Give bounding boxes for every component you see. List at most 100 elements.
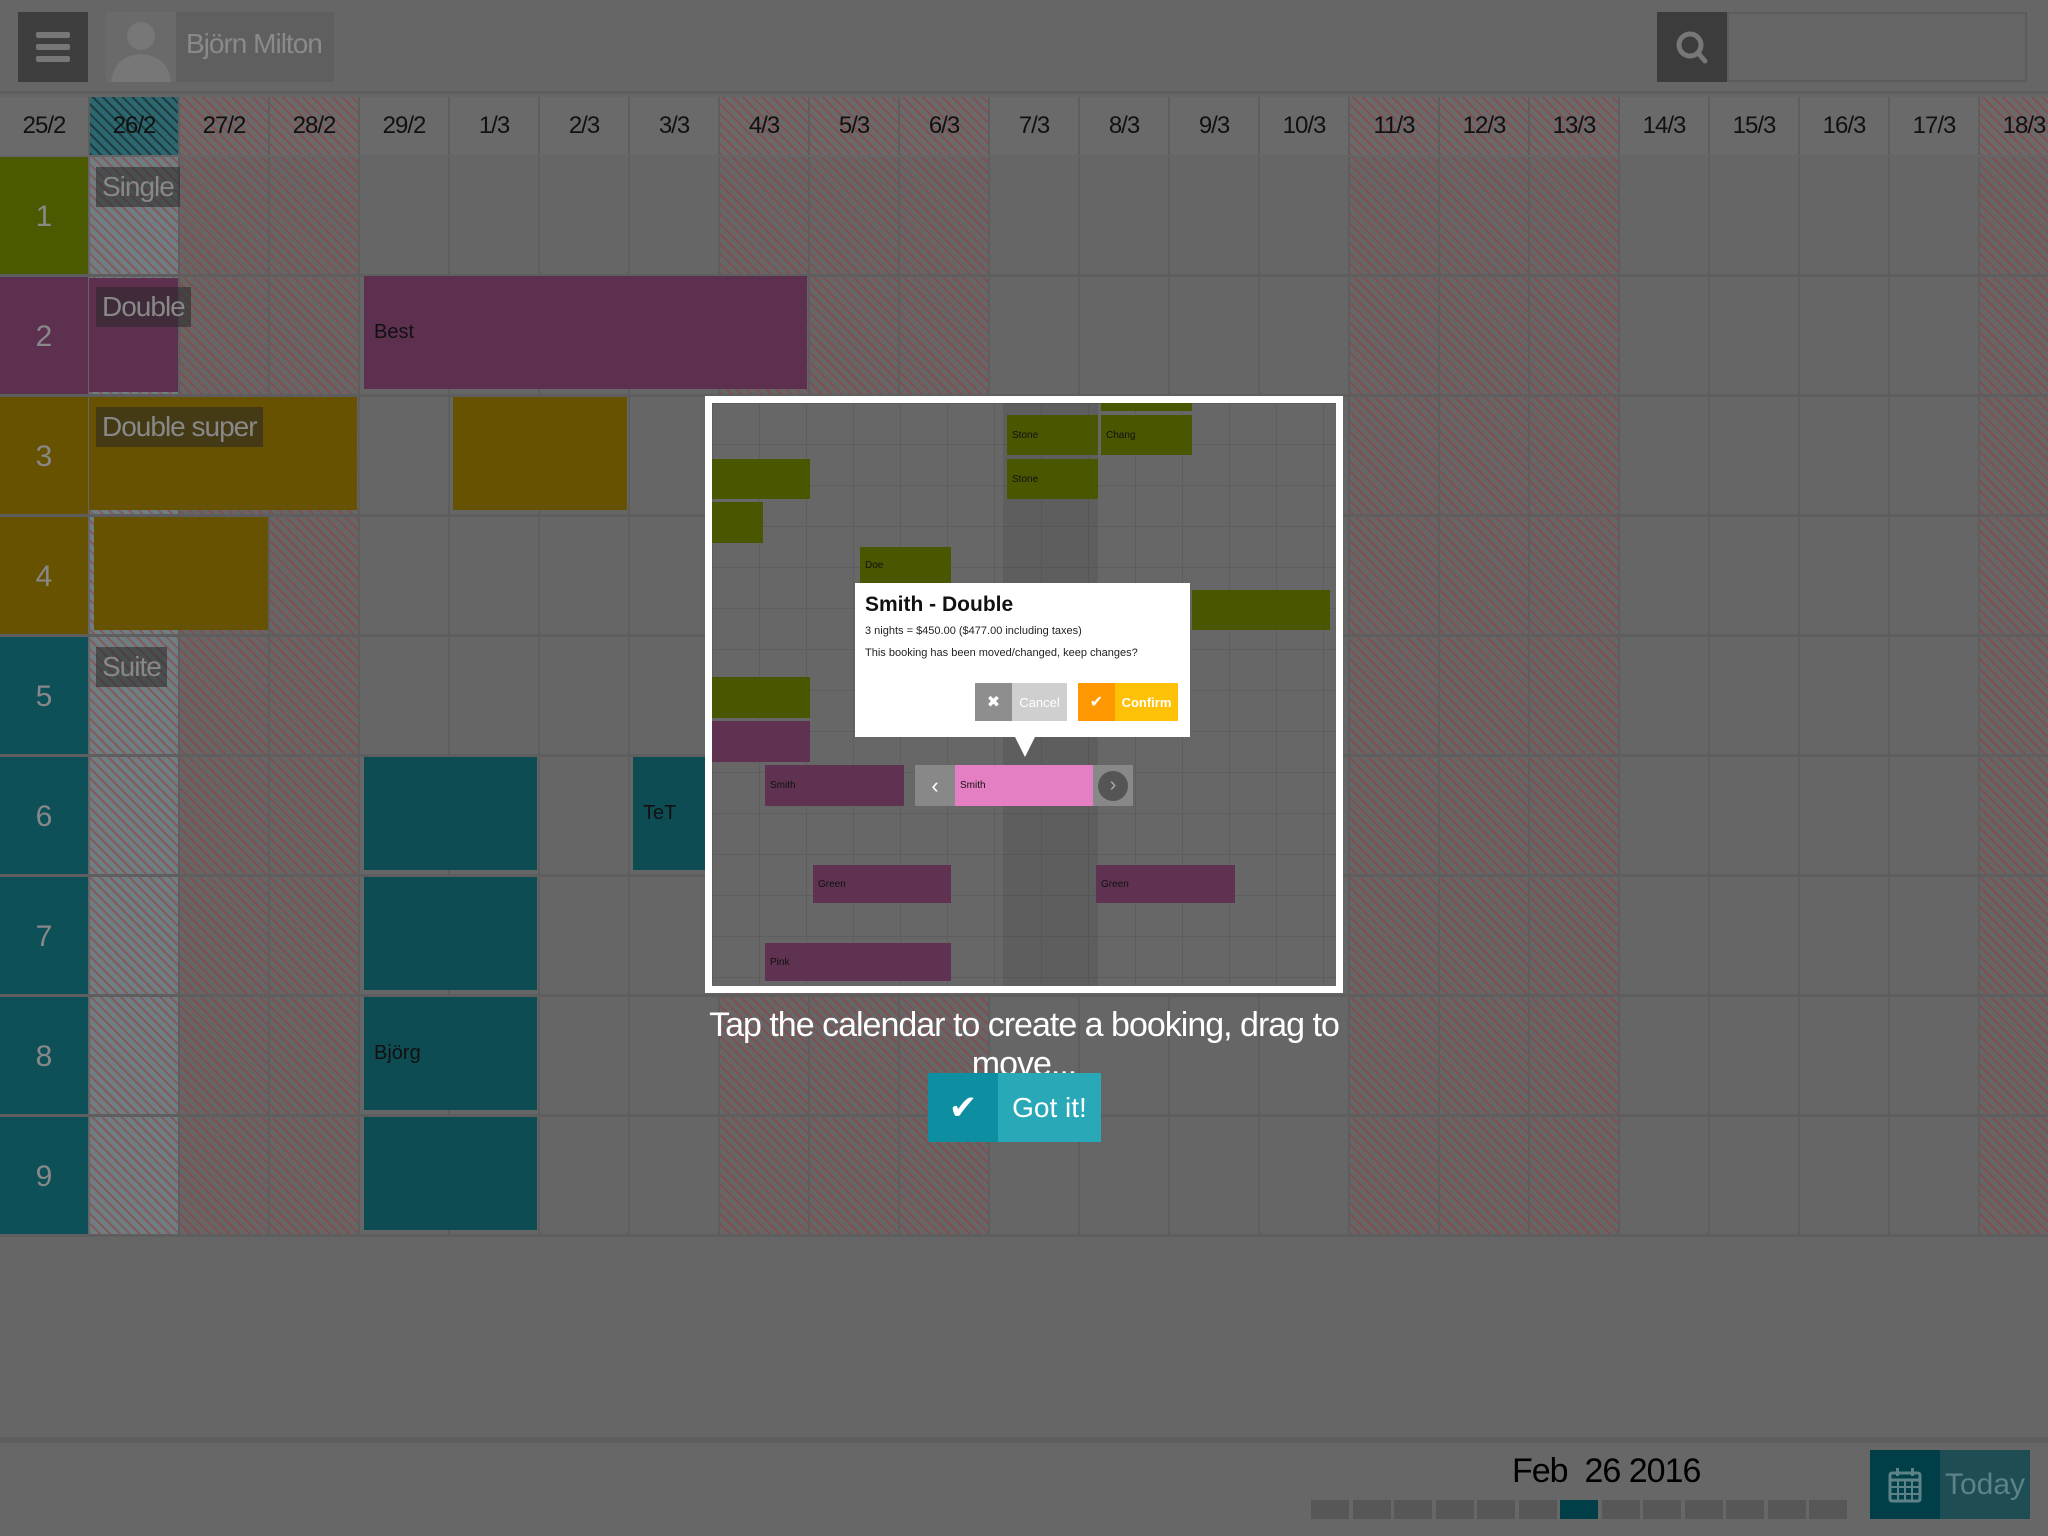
- date-header[interactable]: 10/3: [1260, 97, 1350, 155]
- room-type-label: Double super: [96, 407, 263, 447]
- popup-message: This booking has been moved/changed, kee…: [865, 647, 1138, 659]
- user-name: Björn Milton: [186, 28, 323, 59]
- booking-bjorg[interactable]: Björg: [364, 997, 537, 1110]
- room-number: 4: [0, 517, 88, 637]
- date-header[interactable]: 17/3: [1890, 97, 1980, 155]
- date-header[interactable]: 5/3: [810, 97, 900, 155]
- popup-price: 3 nights = $450.00 ($477.00 including ta…: [865, 625, 1082, 637]
- booking-block[interactable]: [364, 1117, 537, 1230]
- got-it-button[interactable]: ✔ Got it!: [928, 1073, 1101, 1142]
- date-column[interactable]: [1890, 157, 1980, 1235]
- date-header[interactable]: 14/3: [1620, 97, 1710, 155]
- date-header[interactable]: 25/2: [0, 97, 90, 155]
- chevron-right-icon: ›: [1098, 770, 1128, 801]
- date-header[interactable]: 2/3: [540, 97, 630, 155]
- today-label: Today: [1944, 1467, 2026, 1501]
- week-marker[interactable]: [1809, 1500, 1847, 1519]
- today-button[interactable]: Today: [1870, 1450, 2030, 1519]
- room-type-label: Double: [96, 287, 191, 327]
- week-marker[interactable]: [1726, 1500, 1764, 1519]
- booking-tet[interactable]: TeT: [633, 757, 705, 870]
- date-column[interactable]: [1440, 157, 1530, 1235]
- date-column[interactable]: [270, 157, 360, 1235]
- date-header[interactable]: 26/2: [90, 97, 180, 155]
- preview-booking: Pink: [765, 943, 951, 981]
- booking-block[interactable]: [453, 397, 627, 510]
- date-column[interactable]: [180, 157, 270, 1235]
- date-header[interactable]: 13/3: [1530, 97, 1620, 155]
- preview-booking: Smith: [765, 765, 904, 806]
- confirm-label: Confirm: [1115, 683, 1178, 721]
- preview-label: Chang: [1106, 429, 1136, 441]
- week-marker[interactable]: [1684, 1500, 1723, 1519]
- user-profile-button[interactable]: Björn Milton: [106, 12, 334, 82]
- week-marker[interactable]: [1311, 1500, 1349, 1519]
- preview-booking: [712, 459, 810, 499]
- preview-booking: Stone: [1007, 459, 1098, 499]
- room-number: 3: [0, 397, 88, 517]
- date-column[interactable]: [1800, 157, 1890, 1235]
- chevron-left-icon: ‹: [931, 772, 939, 798]
- hamburger-icon-line: [36, 56, 70, 62]
- preview-label: Pink: [770, 956, 790, 968]
- date-header[interactable]: 12/3: [1440, 97, 1530, 155]
- hamburger-icon: [36, 32, 70, 38]
- popup-cancel-button: ✖ Cancel: [975, 683, 1067, 721]
- got-it-label: Got it!: [1012, 1091, 1087, 1123]
- date-column[interactable]: [1980, 157, 2048, 1235]
- tutorial-image: Stone Chang Stone Doe Smith ‹ Smith › Gr…: [705, 396, 1343, 993]
- room-type-label: Single: [96, 167, 180, 207]
- date-header[interactable]: 18/3: [1980, 97, 2048, 155]
- preview-booking: Green: [813, 865, 951, 903]
- week-marker[interactable]: [1518, 1500, 1557, 1519]
- week-marker[interactable]: [1394, 1500, 1432, 1519]
- preview-booking: Stone: [1007, 415, 1098, 455]
- date-header[interactable]: 3/3: [630, 97, 720, 155]
- date-header[interactable]: 6/3: [900, 97, 990, 155]
- date-header[interactable]: 9/3: [1170, 97, 1260, 155]
- date-header[interactable]: 28/2: [270, 97, 360, 155]
- search-input[interactable]: [1727, 12, 2027, 82]
- calendar-icon: [1870, 1450, 1940, 1519]
- room-number: 7: [0, 877, 88, 997]
- week-marker[interactable]: [1352, 1500, 1391, 1519]
- preview-label: Stone: [1012, 429, 1039, 441]
- search-button[interactable]: [1657, 12, 1727, 82]
- user-silhouette-icon: [111, 22, 171, 82]
- date-header[interactable]: 8/3: [1080, 97, 1170, 155]
- booking-label: Björg: [374, 1042, 421, 1064]
- date-header[interactable]: 15/3: [1710, 97, 1800, 155]
- room-type-label: Suite: [96, 647, 167, 687]
- menu-button[interactable]: [18, 12, 88, 82]
- date-header[interactable]: 11/3: [1350, 97, 1440, 155]
- preview-booking: [1101, 403, 1192, 411]
- booking-best[interactable]: Best: [364, 276, 807, 389]
- date-header[interactable]: 16/3: [1800, 97, 1890, 155]
- date-header[interactable]: 7/3: [990, 97, 1080, 155]
- booking-block[interactable]: [364, 757, 537, 870]
- date-column[interactable]: [1710, 157, 1800, 1235]
- current-date: Feb 26 2016: [1512, 1452, 1701, 1490]
- date-column[interactable]: [1620, 157, 1710, 1235]
- row-divider: [0, 994, 2048, 997]
- booking-block[interactable]: [364, 877, 537, 990]
- popup-confirm-button: ✔ Confirm: [1078, 683, 1178, 721]
- popup-pointer: [1015, 737, 1035, 757]
- date-column[interactable]: [1350, 157, 1440, 1235]
- week-marker[interactable]: [1643, 1500, 1681, 1519]
- date-header[interactable]: 1/3: [450, 97, 540, 155]
- week-marker[interactable]: [1477, 1500, 1515, 1519]
- booking-block[interactable]: [94, 517, 268, 630]
- week-marker[interactable]: [1435, 1500, 1474, 1519]
- date-header[interactable]: 29/2: [360, 97, 450, 155]
- room-number: 8: [0, 997, 88, 1117]
- week-marker[interactable]: [1560, 1500, 1598, 1519]
- room-number: 2: [0, 277, 88, 397]
- date-header[interactable]: 4/3: [720, 97, 810, 155]
- week-marker[interactable]: [1601, 1500, 1640, 1519]
- date-column[interactable]: [1530, 157, 1620, 1235]
- week-marker[interactable]: [1767, 1500, 1806, 1519]
- row-divider: [0, 274, 2048, 277]
- row-divider: [0, 1234, 2048, 1237]
- date-header[interactable]: 27/2: [180, 97, 270, 155]
